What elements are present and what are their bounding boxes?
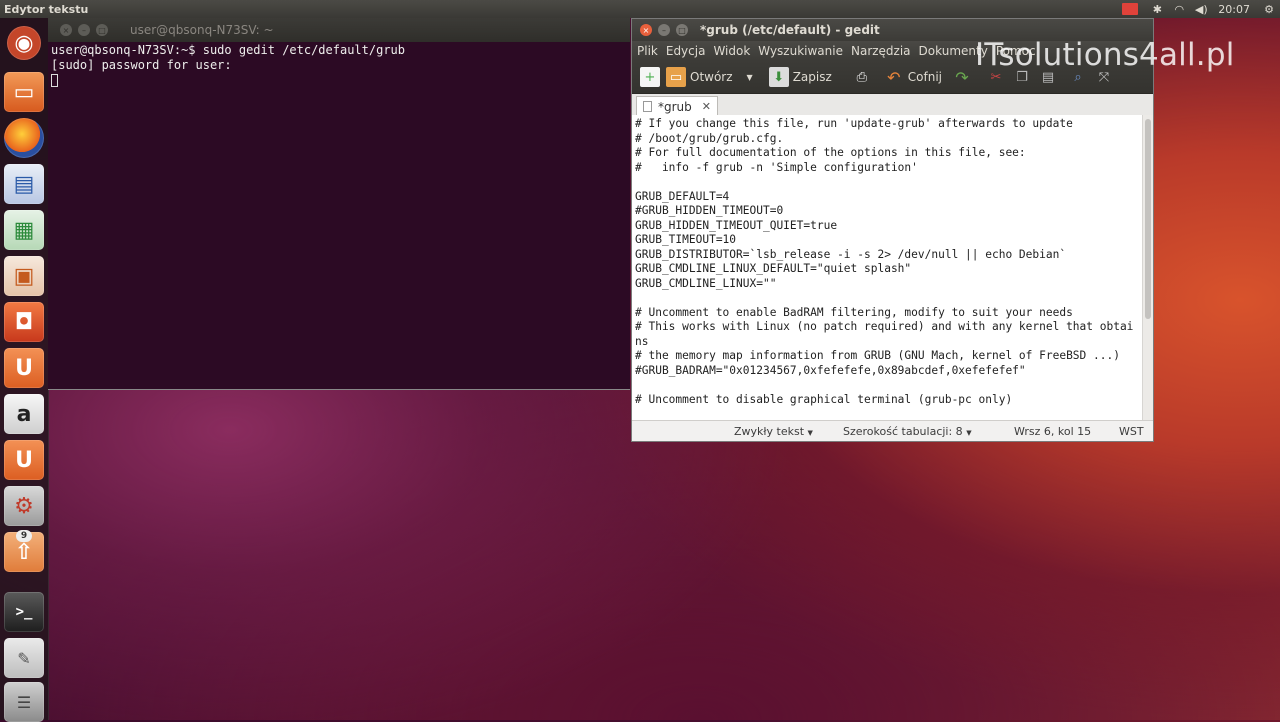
active-app-title: Edytor tekstu — [4, 2, 89, 16]
ubuntu-logo-icon[interactable]: ◉ — [7, 26, 41, 60]
close-icon[interactable]: × — [640, 24, 652, 36]
terminal-line: user@qbsonq-N73SV:~$ sudo gedit /etc/def… — [51, 43, 406, 57]
tab-width-selector[interactable]: Szerokość tabulacji: 8 ▼ — [843, 425, 972, 438]
terminal-line: [sudo] password for user: — [51, 58, 232, 72]
trash-icon[interactable]: ☰ — [4, 682, 44, 722]
indicator-area: ✱ ◠ ◀) 20:07 ⚙ — [1122, 0, 1280, 18]
chevron-down-icon[interactable]: ▼ — [747, 73, 753, 82]
wifi-icon[interactable]: ◠ — [1168, 0, 1190, 18]
text-editor-area[interactable]: # If you change this file, run 'update-g… — [632, 115, 1142, 421]
amazon-icon[interactable]: a — [4, 394, 44, 434]
cursor-position: Wrsz 6, kol 15 — [1014, 424, 1092, 438]
impress-icon[interactable]: ▣ — [4, 256, 44, 296]
menu-search[interactable]: Wyszukiwanie — [754, 44, 847, 58]
print-button[interactable]: ⎙ — [852, 67, 872, 87]
redo-button[interactable]: ↷ — [952, 67, 972, 87]
open-label: Otwórz — [690, 70, 733, 84]
terminal-output[interactable]: user@qbsonq-N73SV:~$ sudo gedit /etc/def… — [48, 42, 630, 89]
watermark: ITsolutions4all.pl — [975, 37, 1235, 73]
menu-file[interactable]: Plik — [632, 44, 662, 58]
minimize-icon[interactable]: – — [658, 24, 670, 36]
terminal-titlebar[interactable]: × – □ user@qbsonq-N73SV: ~ — [48, 18, 630, 42]
print-icon: ⎙ — [856, 69, 867, 85]
shopping-bag-icon[interactable]: ◘ — [4, 302, 44, 342]
editor-content[interactable]: # If you change this file, run 'update-g… — [632, 115, 1142, 409]
vertical-scrollbar[interactable] — [1142, 115, 1153, 421]
folder-icon[interactable]: ▭ — [4, 72, 44, 112]
close-icon[interactable]: ✕ — [702, 100, 711, 113]
terminal-cursor — [51, 74, 58, 87]
minimize-icon[interactable]: – — [78, 24, 90, 36]
close-icon[interactable]: × — [60, 24, 72, 36]
ubuntu-one-music-icon[interactable]: U — [4, 440, 44, 480]
maximize-icon[interactable]: □ — [96, 24, 108, 36]
save-button[interactable]: ⬇ Zapisz — [768, 67, 832, 87]
scrollbar-thumb[interactable] — [1145, 119, 1151, 319]
terminal-icon[interactable]: >_ — [4, 592, 44, 632]
new-document-icon: + — [640, 67, 660, 87]
undo-button[interactable]: ↶ Cofnij — [884, 67, 942, 87]
menu-view[interactable]: Widok — [709, 44, 754, 58]
folder-icon: ▭ — [666, 67, 686, 87]
writer-icon[interactable]: ▤ — [4, 164, 44, 204]
redo-icon: ↷ — [955, 67, 969, 87]
gedit-window[interactable]: × – □ *grub (/etc/default) - gedit Plik … — [631, 18, 1154, 442]
document-icon — [643, 101, 652, 112]
insert-mode: WST — [1119, 424, 1144, 438]
calc-icon[interactable]: ▦ — [4, 210, 44, 250]
power-icon[interactable]: ⚙ — [1258, 0, 1280, 18]
launcher: ◉ ▭ ▤ ▦ ▣ ◘ U a U ⚙ ⇧ 9 >_ ✎ ☰ — [0, 18, 49, 722]
maximize-icon[interactable]: □ — [676, 24, 688, 36]
undo-label: Cofnij — [907, 70, 942, 84]
clock[interactable]: 20:07 — [1212, 3, 1258, 16]
language-selector[interactable]: Zwykły tekst ▼ — [734, 425, 813, 438]
chevron-down-icon: ▼ — [807, 428, 813, 437]
terminal-window[interactable]: × – □ user@qbsonq-N73SV: ~ user@qbsonq-N… — [48, 18, 630, 390]
undo-icon: ↶ — [887, 67, 901, 87]
status-bar: Zwykły tekst ▼ Szerokość tabulacji: 8 ▼ … — [632, 420, 1153, 441]
top-panel: Edytor tekstu ✱ ◠ ◀) 20:07 ⚙ — [0, 0, 1280, 18]
notification-icon[interactable] — [1122, 3, 1139, 15]
text-editor-icon[interactable]: ✎ — [4, 638, 44, 678]
menu-edit[interactable]: Edycja — [662, 44, 710, 58]
new-button[interactable]: + — [638, 67, 660, 87]
volume-icon[interactable]: ◀) — [1190, 0, 1212, 18]
save-icon: ⬇ — [768, 67, 789, 87]
tab-bar: *grub ✕ — [632, 94, 1153, 117]
menu-tools[interactable]: Narzędzia — [847, 44, 915, 58]
firefox-icon[interactable] — [4, 118, 44, 158]
update-count-badge: 9 — [16, 530, 32, 542]
chevron-down-icon: ▼ — [966, 428, 972, 437]
ubuntu-one-icon[interactable]: U — [4, 348, 44, 388]
tab-label: *grub — [658, 99, 692, 114]
bluetooth-icon[interactable]: ✱ — [1146, 0, 1168, 18]
terminal-title: user@qbsonq-N73SV: ~ — [130, 23, 274, 37]
gear-icon[interactable]: ⚙ — [4, 486, 44, 526]
window-title: *grub (/etc/default) - gedit — [700, 23, 880, 37]
update-icon[interactable]: ⇧ 9 — [4, 530, 44, 572]
tab-grub[interactable]: *grub ✕ — [636, 96, 718, 116]
open-button[interactable]: ▭ Otwórz ▼ — [666, 67, 753, 87]
save-label: Zapisz — [792, 70, 832, 84]
